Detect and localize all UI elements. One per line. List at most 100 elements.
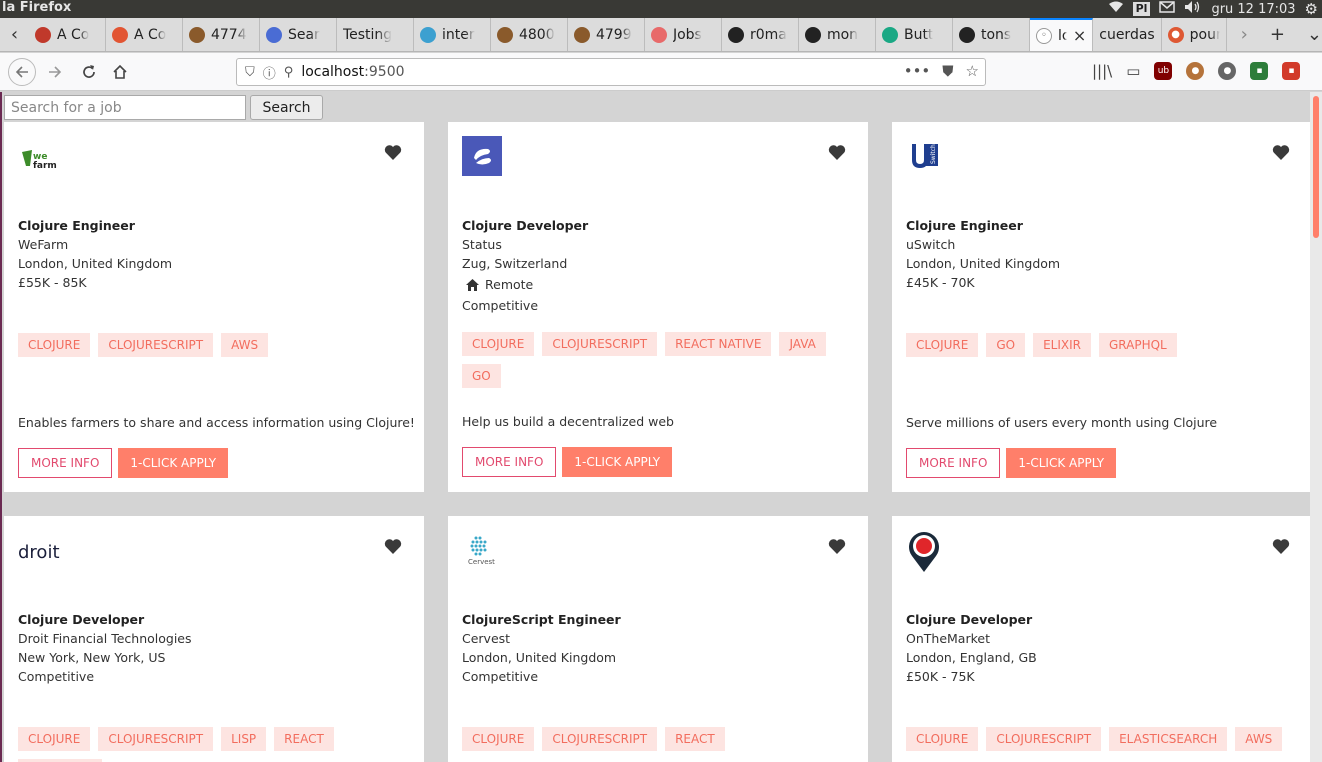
volume-icon[interactable] [1184,0,1202,18]
one-click-apply-button[interactable]: 1-CLICK APPLY [562,447,673,477]
forward-arrow-icon[interactable] [42,60,68,84]
more-info-button[interactable]: MORE INFO [906,448,1001,478]
tab-9[interactable]: r0ma [722,18,799,51]
cookie-icon[interactable]: ● [1186,62,1205,80]
ublock-icon[interactable]: ub [1154,62,1173,80]
wifi-icon[interactable] [1108,1,1124,17]
close-tab-icon[interactable]: × [1073,26,1086,45]
tab-11[interactable]: Butt [876,18,953,51]
url-bar[interactable]: ⛉ ⓘ ⚲ localhost:9500 ••• ⛊ ☆ [236,58,986,86]
more-info-button[interactable]: MORE INFO [462,447,557,477]
favorite-heart-icon[interactable] [384,538,402,555]
tag-chip[interactable]: REACT [665,727,725,751]
job-title[interactable]: Clojure Developer [462,216,588,235]
library-icon[interactable]: |||\ [1092,62,1112,80]
tag-chip[interactable]: CLOJURESCRIPT [542,332,658,356]
tab-label: mon [826,26,859,43]
tag-chip[interactable]: AWS [221,333,269,357]
info-icon[interactable]: ⓘ [263,63,276,82]
tag-chip[interactable]: CLOJURE [462,332,535,356]
tag-chip[interactable]: CLOJURE [18,333,91,357]
tag-chip[interactable]: ELIXIR [1033,333,1091,357]
settings-gear-icon[interactable]: ⚙ [1305,0,1318,18]
favorite-heart-icon[interactable] [828,538,846,555]
tag-chip[interactable]: CLOJURESCRIPT [98,333,214,357]
permissions-icon[interactable]: ⚲ [284,65,294,80]
tab-6[interactable]: 4800 [491,18,568,51]
droit-logo[interactable]: droit [18,530,62,574]
search-button[interactable]: Search [250,95,323,120]
one-click-apply-button[interactable]: 1-CLICK APPLY [118,448,229,478]
bookmark-star-icon[interactable]: ☆ [966,62,979,80]
tab-4[interactable]: Testing [337,18,414,51]
tag-chip[interactable]: CLOJURE [906,333,979,357]
tag-chip[interactable]: JAVA [779,332,826,356]
tab-12[interactable]: tons [953,18,1030,51]
tab-8[interactable]: Jobs [645,18,722,51]
tab-1[interactable]: A Co [106,18,183,51]
tab-0[interactable]: A Co [29,18,106,51]
tab-3[interactable]: Sear [260,18,337,51]
new-tab-plus-icon[interactable]: + [1270,24,1285,45]
favorite-heart-icon[interactable] [1272,144,1290,161]
sidebar-icon[interactable]: ▭ [1126,62,1140,80]
tag-chip[interactable]: ELASTICSEARCH [1109,727,1228,751]
mail-icon[interactable] [1159,1,1176,17]
home-icon[interactable] [107,60,133,84]
favorite-heart-icon[interactable] [1272,538,1290,555]
tab-scroll-left-icon[interactable]: ‹ [0,18,29,51]
tab-scroll-right-icon[interactable]: › [1241,24,1248,45]
tab-2[interactable]: 4774 [183,18,260,51]
reload-icon[interactable] [76,60,102,84]
tab-active[interactable]: ◦ lo × [1029,18,1094,51]
tag-chip[interactable]: REACT NATIVE [665,332,772,356]
favorite-heart-icon[interactable] [384,144,402,161]
job-salary: Competitive [462,669,539,684]
job-info: Clojure Engineer uSwitch London, United Ki… [906,216,1060,292]
scrollbar-thumb[interactable] [1313,96,1319,238]
tab-5[interactable]: inter [414,18,491,51]
favorite-heart-icon[interactable] [828,144,846,161]
status-logo[interactable] [462,136,506,180]
tag-chip[interactable]: CLOJURESCRIPT [986,727,1102,751]
onthemarket-logo[interactable] [906,530,950,574]
tag-chip[interactable]: CLOJURE [18,727,91,751]
job-title[interactable]: Clojure Engineer [906,216,1060,235]
job-title[interactable]: Clojure Developer [906,610,1037,629]
tag-chip[interactable]: GO [462,364,501,388]
page-actions-ellipsis-icon[interactable]: ••• [904,62,931,80]
extension-red-icon[interactable]: ▪ [1282,62,1301,80]
tag-chip[interactable]: AWS [1235,727,1283,751]
tag-chip[interactable]: LISP [221,727,267,751]
tag-chip[interactable]: CLOJURESCRIPT [98,727,214,751]
keyboard-layout-indicator[interactable]: Pl [1132,2,1151,16]
tab-cuerdas[interactable]: cuerdas [1093,18,1162,51]
cervest-logo[interactable]: Cervest [462,530,506,574]
tag-chip[interactable]: CLOJURE [906,727,979,751]
tab-pour[interactable]: ● pour [1162,18,1227,51]
tag-chip[interactable]: CLOJURE [462,727,535,751]
extension-green-icon[interactable]: ▪ [1250,62,1269,80]
one-click-apply-button[interactable]: 1-CLICK APPLY [1006,448,1117,478]
company-name: Status [462,237,502,252]
job-title[interactable]: Clojure Developer [18,610,192,629]
tag-chip[interactable]: REACT [274,727,334,751]
account-sync-icon[interactable]: ● [1218,62,1237,80]
tag-chip[interactable]: CLOJURESCRIPT [542,727,658,751]
uswitch-logo[interactable]: Switch [906,136,950,180]
pocket-icon[interactable]: ⛊ [942,62,953,80]
wefarm-logo[interactable]: we farm [18,136,62,180]
job-search-input[interactable] [4,95,246,120]
clock[interactable]: gru 12 17:03 [1211,2,1295,17]
page-scrollbar[interactable] [1310,92,1322,762]
job-title[interactable]: Clojure Engineer [18,216,172,235]
tag-chip[interactable]: GO [986,333,1026,357]
list-all-tabs-chevron-icon[interactable]: ⌄ [1307,24,1322,45]
shield-icon[interactable]: ⛉ [245,65,255,80]
job-title[interactable]: ClojureScript Engineer [462,610,621,629]
tab-10[interactable]: mon [799,18,876,51]
tab-7[interactable]: 4799 [568,18,645,51]
tag-chip[interactable]: GRAPHQL [1098,333,1177,357]
more-info-button[interactable]: MORE INFO [18,448,113,478]
back-arrow-icon[interactable] [8,58,36,86]
